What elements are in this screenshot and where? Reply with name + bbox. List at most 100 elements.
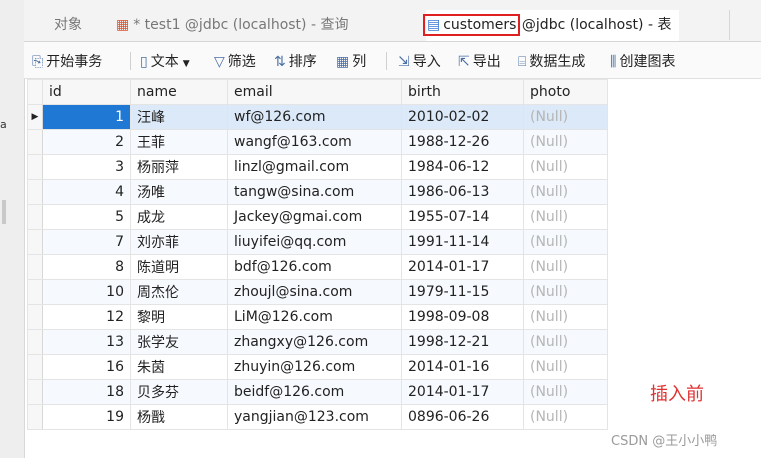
cell-birth[interactable]: 1988-12-26	[401, 129, 524, 155]
table-row[interactable]: 8 陈道明 bdf@126.com 2014-01-17 (Null)	[27, 254, 608, 280]
row-header[interactable]	[27, 304, 43, 330]
cell-email[interactable]: linzl@gmail.com	[227, 154, 402, 180]
table-row[interactable]: 18 贝多芬 beidf@126.com 2014-01-17 (Null)	[27, 379, 608, 405]
column-header-email[interactable]: email	[227, 79, 402, 105]
cell-name[interactable]: 汪峰	[130, 104, 228, 130]
cell-id[interactable]: 18	[42, 379, 131, 405]
cell-birth[interactable]: 1984-06-12	[401, 154, 524, 180]
begin-transaction-button[interactable]: ⎘ 开始事务	[32, 51, 102, 71]
columns-button[interactable]: ▦ 列	[336, 51, 366, 71]
cell-email[interactable]: zhangxy@126.com	[227, 329, 402, 355]
cell-id[interactable]: 12	[42, 304, 131, 330]
text-button[interactable]: ▯ 文本 ▼	[140, 51, 190, 71]
sort-button[interactable]: ⇅ 排序	[274, 51, 317, 71]
filter-button[interactable]: ▽ 筛选	[214, 51, 256, 71]
cell-id[interactable]: 10	[42, 279, 131, 305]
cell-email[interactable]: Jackey@gmai.com	[227, 204, 402, 230]
current-row-indicator-icon[interactable]: ▶	[27, 104, 43, 130]
cell-name[interactable]: 王菲	[130, 129, 228, 155]
cell-photo[interactable]: (Null)	[523, 329, 608, 355]
tab-objects[interactable]: 对象	[54, 10, 82, 40]
cell-name[interactable]: 杨丽萍	[130, 154, 228, 180]
cell-email[interactable]: zhoujl@sina.com	[227, 279, 402, 305]
cell-id[interactable]: 13	[42, 329, 131, 355]
row-header[interactable]	[27, 279, 43, 305]
cell-name[interactable]: 杨戬	[130, 404, 228, 430]
cell-photo[interactable]: (Null)	[523, 129, 608, 155]
cell-id[interactable]: 4	[42, 179, 131, 205]
cell-email[interactable]: liuyifei@qq.com	[227, 229, 402, 255]
cell-name[interactable]: 黎明	[130, 304, 228, 330]
cell-photo[interactable]: (Null)	[523, 104, 608, 130]
cell-email[interactable]: LiM@126.com	[227, 304, 402, 330]
table-row[interactable]: 19 杨戬 yangjian@123.com 0896-06-26 (Null)	[27, 404, 608, 430]
table-row[interactable]: 2 王菲 wangf@163.com 1988-12-26 (Null)	[27, 129, 608, 155]
row-header[interactable]	[27, 354, 43, 380]
row-header[interactable]	[27, 379, 43, 405]
cell-id[interactable]: 8	[42, 254, 131, 280]
cell-birth[interactable]: 1979-11-15	[401, 279, 524, 305]
cell-name[interactable]: 张学友	[130, 329, 228, 355]
create-chart-button[interactable]: ⫼ 创建图表	[610, 51, 675, 71]
cell-birth[interactable]: 2014-01-17	[401, 379, 524, 405]
cell-photo[interactable]: (Null)	[523, 379, 608, 405]
row-header[interactable]	[27, 154, 43, 180]
table-row[interactable]: 5 成龙 Jackey@gmai.com 1955-07-14 (Null)	[27, 204, 608, 230]
table-row[interactable]: 16 朱茵 zhuyin@126.com 2014-01-16 (Null)	[27, 354, 608, 380]
cell-email[interactable]: zhuyin@126.com	[227, 354, 402, 380]
cell-name[interactable]: 刘亦菲	[130, 229, 228, 255]
cell-photo[interactable]: (Null)	[523, 229, 608, 255]
cell-birth[interactable]: 1998-09-08	[401, 304, 524, 330]
cell-email[interactable]: beidf@126.com	[227, 379, 402, 405]
row-header[interactable]	[27, 229, 43, 255]
cell-birth[interactable]: 1998-12-21	[401, 329, 524, 355]
cell-name[interactable]: 成龙	[130, 204, 228, 230]
column-header-name[interactable]: name	[130, 79, 228, 105]
cell-photo[interactable]: (Null)	[523, 354, 608, 380]
column-header-photo[interactable]: photo	[523, 79, 608, 105]
cell-email[interactable]: wangf@163.com	[227, 129, 402, 155]
cell-birth[interactable]: 2014-01-17	[401, 254, 524, 280]
cell-id[interactable]: 16	[42, 354, 131, 380]
cell-name[interactable]: 周杰伦	[130, 279, 228, 305]
cell-photo[interactable]: (Null)	[523, 254, 608, 280]
row-header[interactable]	[27, 204, 43, 230]
cell-birth[interactable]: 2010-02-02	[401, 104, 524, 130]
table-row[interactable]: 3 杨丽萍 linzl@gmail.com 1984-06-12 (Null)	[27, 154, 608, 180]
cell-name[interactable]: 陈道明	[130, 254, 228, 280]
import-button[interactable]: ⇲ 导入	[398, 51, 441, 71]
cell-photo[interactable]: (Null)	[523, 204, 608, 230]
cell-email[interactable]: yangjian@123.com	[227, 404, 402, 430]
data-generation-button[interactable]: ⌸ 数据生成	[518, 51, 585, 71]
cell-birth[interactable]: 0896-06-26	[401, 404, 524, 430]
row-header[interactable]	[27, 404, 43, 430]
cell-photo[interactable]: (Null)	[523, 279, 608, 305]
cell-id[interactable]: 2	[42, 129, 131, 155]
cell-photo[interactable]: (Null)	[523, 179, 608, 205]
cell-id[interactable]: 7	[42, 229, 131, 255]
tab-customers-table[interactable]: ▤ customers @jdbc (localhost) - 表	[422, 10, 680, 41]
cell-birth[interactable]: 1986-06-13	[401, 179, 524, 205]
table-row[interactable]: ▶ 1 汪峰 wf@126.com 2010-02-02 (Null)	[27, 104, 608, 130]
cell-name[interactable]: 汤唯	[130, 179, 228, 205]
cell-photo[interactable]: (Null)	[523, 154, 608, 180]
cell-name[interactable]: 朱茵	[130, 354, 228, 380]
export-button[interactable]: ⇱ 导出	[458, 51, 501, 71]
cell-photo[interactable]: (Null)	[523, 304, 608, 330]
cell-email[interactable]: bdf@126.com	[227, 254, 402, 280]
cell-birth[interactable]: 1955-07-14	[401, 204, 524, 230]
cell-id[interactable]: 3	[42, 154, 131, 180]
row-header[interactable]	[27, 329, 43, 355]
cell-id[interactable]: 1	[42, 104, 131, 130]
row-header[interactable]	[27, 129, 43, 155]
table-row[interactable]: 13 张学友 zhangxy@126.com 1998-12-21 (Null)	[27, 329, 608, 355]
tab-query[interactable]: ▦ * test1 @jdbc (localhost) - 查询	[116, 10, 348, 40]
cell-birth[interactable]: 1991-11-14	[401, 229, 524, 255]
left-scrollbar[interactable]	[2, 200, 6, 224]
table-row[interactable]: 12 黎明 LiM@126.com 1998-09-08 (Null)	[27, 304, 608, 330]
row-header[interactable]	[27, 179, 43, 205]
cell-name[interactable]: 贝多芬	[130, 379, 228, 405]
column-header-id[interactable]: id	[42, 79, 131, 105]
table-row[interactable]: 7 刘亦菲 liuyifei@qq.com 1991-11-14 (Null)	[27, 229, 608, 255]
table-row[interactable]: 10 周杰伦 zhoujl@sina.com 1979-11-15 (Null)	[27, 279, 608, 305]
